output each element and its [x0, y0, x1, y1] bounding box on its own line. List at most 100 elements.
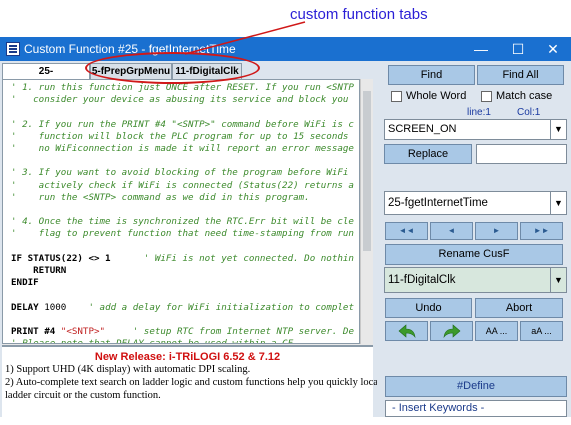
editor-vertical-scrollbar[interactable] — [360, 79, 373, 344]
search-combobox[interactable]: SCREEN_ON ▼ — [384, 119, 567, 140]
undo-button[interactable]: Undo — [385, 298, 472, 318]
arrow-left-icon — [398, 324, 415, 339]
code-keyword: ENDIF — [11, 277, 39, 289]
code-line[interactable]: ' flag to prevent function that need tim… — [11, 228, 354, 240]
second-cf-combobox[interactable]: 11-fDigitalClk ▼ — [384, 267, 567, 293]
title-bar: Custom Function #25 - fgetInternetTime —… — [0, 37, 571, 61]
custom-function-window: Custom Function #25 - fgetInternetTime —… — [0, 37, 571, 425]
chevron-down-icon[interactable]: ▼ — [550, 192, 566, 214]
news-line: ladder circuit or the custom function. — [5, 390, 161, 401]
replace-button[interactable]: Replace — [384, 144, 472, 164]
code-line[interactable]: DELAY 1000 ' add a delay for WiFi initia… — [11, 302, 354, 314]
code-text[interactable]: ' 1. run this function just ONCE after R… — [11, 82, 354, 343]
code-keyword: RETURN — [11, 265, 67, 277]
checkbox-box[interactable] — [391, 90, 402, 102]
minimize-button[interactable]: — — [463, 37, 499, 61]
code-blank — [11, 314, 17, 325]
checkbox-box[interactable] — [481, 90, 492, 102]
code-line[interactable]: ' actively check if WiFi is connected (S… — [11, 180, 354, 192]
code-blank — [11, 155, 17, 166]
code-comment: ' function will block the PLC program fo… — [11, 130, 349, 142]
code-comment: ' add a delay for WiFi initialization to… — [66, 301, 354, 313]
code-line[interactable] — [11, 204, 354, 216]
annotation-ellipse — [85, 52, 260, 84]
define-button[interactable]: #Define — [385, 376, 567, 397]
code-comment: ' WiFi is not yet connected. Do nothin — [143, 252, 354, 264]
code-comment: ' setup RTC from Internet NTP server. De — [105, 326, 354, 338]
code-blank — [11, 289, 17, 300]
code-line[interactable]: RETURN — [11, 265, 354, 277]
second-cf-value: 11-fDigitalClk — [388, 274, 456, 286]
maximize-button[interactable]: ☐ — [500, 37, 536, 61]
find-all-button[interactable]: Find All — [477, 65, 564, 85]
code-comment: ' consider your device as abusing its se… — [11, 94, 349, 106]
close-button[interactable]: ✕ — [535, 37, 571, 61]
abort-button[interactable]: Abort — [475, 298, 563, 318]
code-keyword: DELAY — [11, 301, 45, 313]
replace-input[interactable] — [476, 144, 567, 164]
code-line[interactable]: ' 4. Once the time is synchronized the R… — [11, 216, 354, 228]
current-cf-combobox[interactable]: 25-fgetInternetTime ▼ — [384, 191, 567, 215]
whole-word-checkbox[interactable]: Whole Word — [391, 90, 466, 102]
code-comment: ' actively check if WiFi is connected (S… — [11, 179, 354, 191]
code-comment: ' run the <SNTP> command as we did in th… — [11, 191, 310, 203]
code-string: "<SNTP>" — [60, 326, 106, 338]
news-line: 1) Support UHD (4K display) with automat… — [5, 364, 251, 375]
code-number: 1000 — [44, 301, 67, 313]
app-icon — [6, 42, 20, 56]
code-comment: ' no WiFiconnection is made it will repo… — [11, 143, 354, 155]
chevron-down-icon[interactable]: ▼ — [550, 268, 566, 292]
news-panel: New Release: i-TRiLOGI 6.52 & 7.12 1) Su… — [2, 345, 386, 425]
rename-cusf-button[interactable]: Rename CusF — [385, 244, 563, 265]
find-button[interactable]: Find — [388, 65, 475, 85]
code-line[interactable] — [11, 106, 354, 118]
right-panel: Find Find All Whole Word Match case line… — [377, 61, 571, 417]
code-blank — [11, 241, 17, 252]
code-comment: ' flag to prevent function that need tim… — [11, 228, 354, 240]
previous-button[interactable]: ◄ — [430, 222, 473, 240]
code-comment: ' 2. If you run the PRINT #4 "<SNTP>" co… — [11, 118, 354, 130]
news-line: 2) Auto-complete text search on ladder l… — [5, 377, 386, 388]
code-line[interactable]: ' run the <SNTP> command as we did in th… — [11, 192, 354, 204]
code-line[interactable] — [11, 155, 354, 167]
current-cf-value: 25-fgetInternetTime — [388, 197, 488, 209]
redo-arrow-button[interactable] — [430, 321, 473, 341]
code-line[interactable]: ' no WiFiconnection is made it will repo… — [11, 143, 354, 155]
insert-keywords-dropdown[interactable]: - Insert Keywords - — [385, 400, 567, 417]
code-line[interactable] — [11, 241, 354, 253]
whole-word-label: Whole Word — [406, 90, 467, 102]
uppercase-button[interactable]: AA ... — [475, 321, 518, 341]
code-comment: ' 4. Once the time is synchronized the R… — [11, 216, 354, 228]
match-case-label: Match case — [496, 90, 553, 102]
code-editor[interactable]: ' 1. run this function just ONCE after R… — [2, 79, 360, 344]
line-indicator: line:1 — [467, 107, 491, 118]
first-button[interactable]: ◄◄ — [385, 222, 428, 240]
search-value: SCREEN_ON — [388, 123, 457, 135]
code-line[interactable]: ' 3. If you want to avoid blocking of th… — [11, 167, 354, 179]
code-line[interactable]: PRINT #4 "<SNTP>" ' setup RTC from Inter… — [11, 326, 354, 338]
code-line[interactable]: ENDIF — [11, 277, 354, 289]
last-button[interactable]: ►► — [520, 222, 563, 240]
news-title: New Release: i-TRiLOGI 6.52 & 7.12 — [94, 351, 281, 363]
tab-fgetinternettime[interactable]: 25-fgetInternetTime — [2, 63, 90, 93]
lowercase-button[interactable]: aA ... — [520, 321, 563, 341]
code-line[interactable]: ' 2. If you run the PRINT #4 "<SNTP>" co… — [11, 119, 354, 131]
code-line[interactable]: ' consider your device as abusing its se… — [11, 94, 354, 106]
code-line[interactable] — [11, 314, 354, 326]
arrow-right-icon — [443, 324, 460, 339]
match-case-checkbox[interactable]: Match case — [481, 90, 552, 102]
code-blank — [11, 204, 17, 215]
code-blank — [11, 106, 17, 117]
chevron-down-icon[interactable]: ▼ — [550, 120, 566, 139]
code-comment: ' 3. If you want to avoid blocking of th… — [11, 167, 349, 179]
code-keyword: PRINT #4 — [11, 326, 61, 338]
code-line[interactable] — [11, 289, 354, 301]
code-line[interactable]: IF STATUS(22) <> 1 ' WiFi is not yet con… — [11, 253, 354, 265]
code-keyword: IF STATUS(22) <> 1 — [11, 252, 144, 264]
undo-arrow-button[interactable] — [385, 321, 428, 341]
scroll-thumb[interactable] — [363, 91, 371, 251]
code-line[interactable]: ' function will block the PLC program fo… — [11, 131, 354, 143]
annotation-label: custom function tabs — [290, 6, 428, 23]
next-button[interactable]: ► — [475, 222, 518, 240]
column-indicator: Col:1 — [517, 107, 541, 118]
